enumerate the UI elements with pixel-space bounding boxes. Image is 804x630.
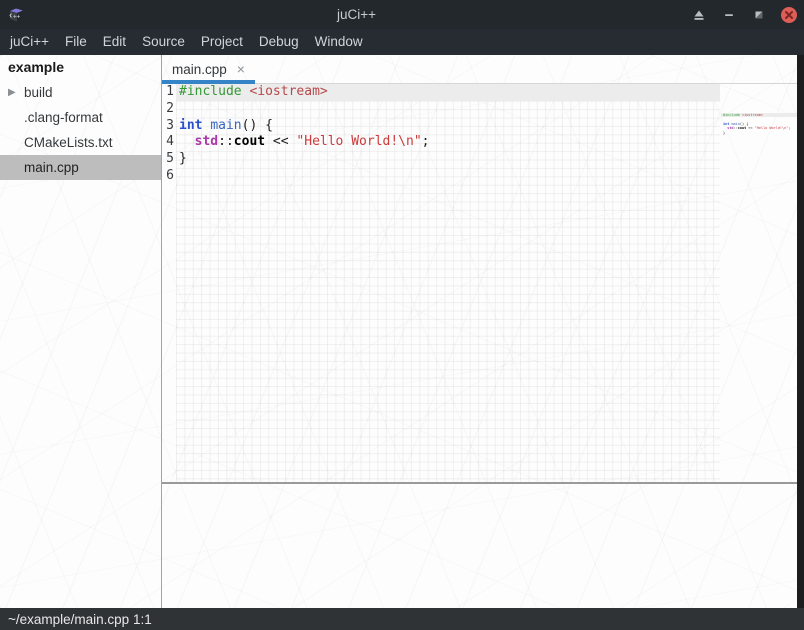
line-number: 6 bbox=[162, 168, 174, 185]
line-number: 2 bbox=[162, 101, 174, 118]
minimize-icon[interactable] bbox=[714, 0, 744, 29]
titlebar: ++ juCi++ bbox=[0, 0, 804, 29]
code-line[interactable] bbox=[176, 101, 720, 118]
main-area: example ▶ build .clang-format CMakeLists.tx… bbox=[0, 55, 804, 608]
editor-column: main.cpp × 123456 #include <iostream> in… bbox=[162, 55, 804, 608]
line-number: 5 bbox=[162, 151, 174, 168]
close-icon[interactable] bbox=[774, 0, 804, 29]
code-line[interactable]: } bbox=[176, 151, 720, 168]
file-tree-sidebar: example ▶ build .clang-format CMakeLists.tx… bbox=[0, 55, 162, 608]
tab-bar: main.cpp × bbox=[162, 55, 804, 84]
svg-text:++: ++ bbox=[13, 14, 21, 21]
menu-source[interactable]: Source bbox=[134, 29, 193, 55]
menu-edit[interactable]: Edit bbox=[95, 29, 134, 55]
menu-window[interactable]: Window bbox=[307, 29, 371, 55]
expander-icon[interactable]: ▶ bbox=[8, 80, 20, 105]
tree-item-build[interactable]: ▶ build bbox=[0, 80, 161, 105]
line-number: 3 bbox=[162, 118, 174, 135]
minimap-line: std::cout << "Hello World!\n"; bbox=[721, 126, 797, 130]
tab-label: main.cpp bbox=[172, 62, 227, 77]
maximize-icon[interactable] bbox=[744, 0, 774, 29]
menu-file[interactable]: File bbox=[57, 29, 95, 55]
code-line[interactable] bbox=[176, 168, 720, 185]
tree-item-main-cpp[interactable]: main.cpp bbox=[0, 155, 161, 180]
window-controls bbox=[684, 0, 804, 29]
menubar: juCi++FileEditSourceProjectDebugWindow bbox=[0, 29, 804, 55]
minimap[interactable]: #include <iostream> int main() { std::co… bbox=[721, 113, 797, 511]
tree-item-label: CMakeLists.txt bbox=[24, 135, 113, 150]
status-file-position: ~/example/main.cpp 1:1 bbox=[8, 612, 152, 627]
code-line[interactable]: int main() { bbox=[176, 118, 720, 135]
code-text-area[interactable]: #include <iostream> int main() { std::co… bbox=[176, 84, 720, 482]
menu-debug[interactable]: Debug bbox=[251, 29, 307, 55]
line-number: 1 bbox=[162, 84, 174, 101]
code-line[interactable]: std::cout << "Hello World!\n"; bbox=[176, 134, 720, 151]
window-title: juCi++ bbox=[337, 0, 376, 29]
statusbar: ~/example/main.cpp 1:1 bbox=[0, 608, 804, 630]
app-logo-icon: ++ bbox=[7, 6, 25, 24]
project-root-label: example bbox=[0, 55, 161, 80]
tree-item-label: main.cpp bbox=[24, 160, 79, 175]
tree-item-label: .clang-format bbox=[24, 110, 103, 125]
tree-item-cmakelists-txt[interactable]: CMakeLists.txt bbox=[0, 130, 161, 155]
menu-juci[interactable]: juCi++ bbox=[2, 29, 57, 55]
menu-project[interactable]: Project bbox=[193, 29, 251, 55]
code-line[interactable]: #include <iostream> bbox=[176, 84, 720, 101]
line-number-gutter: 123456 bbox=[162, 84, 176, 482]
code-editor[interactable]: 123456 #include <iostream> int main() { … bbox=[162, 84, 804, 482]
tab-close-icon[interactable]: × bbox=[237, 62, 245, 76]
juci-window: ++ juCi++ juCi++FileEditSourceProjectDeb… bbox=[0, 0, 804, 630]
tab-main-cpp[interactable]: main.cpp × bbox=[162, 55, 255, 83]
tree-item--clang-format[interactable]: .clang-format bbox=[0, 105, 161, 130]
line-number: 4 bbox=[162, 134, 174, 151]
scrollbar[interactable] bbox=[797, 55, 804, 608]
tree-item-label: build bbox=[24, 85, 53, 100]
shade-icon[interactable] bbox=[684, 0, 714, 29]
terminal-pane[interactable] bbox=[162, 484, 804, 608]
minimap-line bbox=[721, 135, 797, 139]
